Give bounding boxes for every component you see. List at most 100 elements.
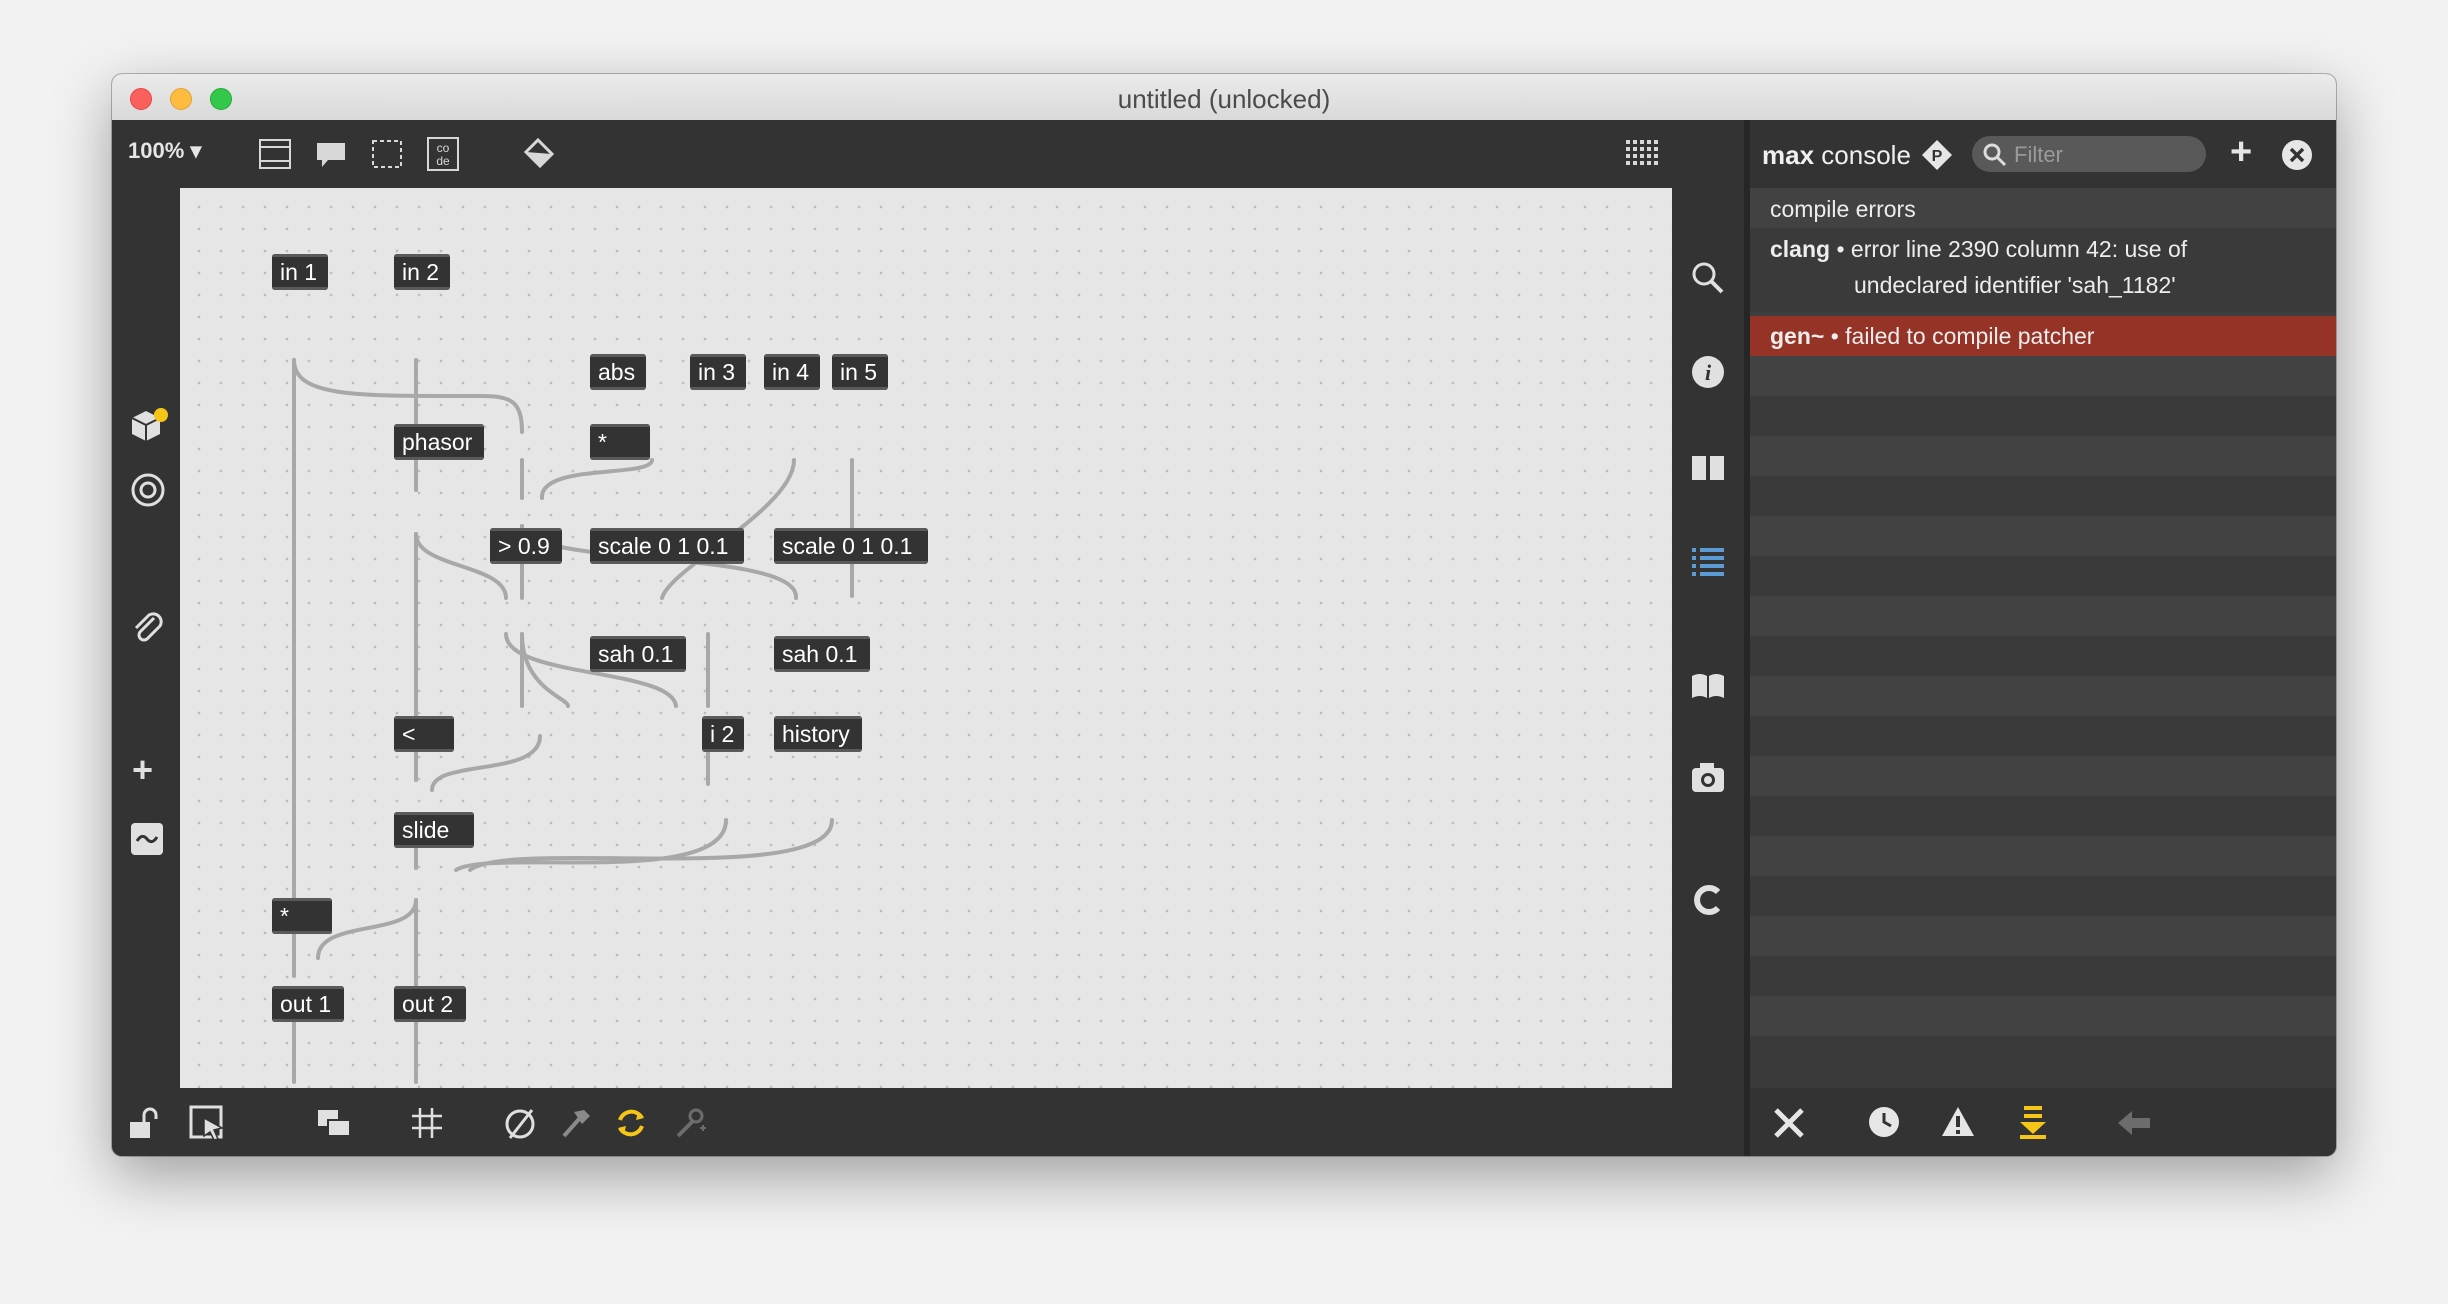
object-in-2[interactable]: in 2	[394, 254, 450, 290]
object-scale-2[interactable]: scale 0 1 0.1	[774, 528, 928, 564]
patcher-canvas[interactable]	[180, 188, 1672, 1088]
grid-keyboard-icon[interactable]	[1624, 136, 1662, 172]
search-icon[interactable]	[1690, 260, 1726, 296]
svg-text:i: i	[1705, 360, 1712, 385]
object-history[interactable]: history	[774, 716, 862, 752]
right-sidebar: i	[1672, 188, 1744, 1088]
presentation-icon[interactable]	[370, 138, 404, 170]
svg-text:co: co	[437, 141, 450, 155]
toggle-toolbar-icon[interactable]	[258, 138, 292, 170]
console-row	[1750, 996, 2336, 1036]
patcher-bottom-toolbar	[112, 1088, 1744, 1156]
target-icon[interactable]	[130, 472, 166, 508]
book-icon[interactable]	[1690, 668, 1726, 704]
object-multiply[interactable]: *	[590, 424, 650, 460]
object-slide[interactable]: slide	[394, 812, 474, 848]
object-sah-1[interactable]: sah 0.1	[590, 636, 686, 672]
console-message-text: • error line 2390 column 42: use of	[1836, 236, 2188, 262]
zoom-menu[interactable]: 100% ▾	[128, 138, 201, 164]
console-row	[1750, 436, 2336, 476]
refresh-icon[interactable]	[614, 1106, 648, 1140]
console-row	[1750, 556, 2336, 596]
console-title: max console	[1762, 140, 1911, 171]
cpu-icon[interactable]	[1690, 882, 1726, 918]
object-greater-than[interactable]: > 0.9	[490, 528, 562, 564]
object-multiply-out[interactable]: *	[272, 898, 332, 934]
signal-icon[interactable]	[130, 822, 164, 856]
add-icon[interactable]: +	[2230, 132, 2252, 172]
object-in-4[interactable]: in 4	[764, 354, 820, 390]
snapshot-camera-icon[interactable]	[1690, 760, 1726, 796]
mute-audio-icon[interactable]	[502, 1106, 538, 1142]
pin-diamond-icon[interactable]: P	[1920, 138, 1954, 172]
clear-icon[interactable]	[1772, 1106, 1806, 1140]
console-message: clang • error line 2390 column 42: use o…	[1770, 236, 2187, 263]
object-in-3[interactable]: in 3	[690, 354, 746, 390]
left-sidebar: +	[112, 188, 180, 1088]
comment-icon[interactable]	[314, 140, 348, 170]
scroll-to-bottom-icon[interactable]	[2016, 1104, 2050, 1140]
console-title-bold: max	[1762, 140, 1815, 170]
lock-icon[interactable]	[126, 1106, 160, 1140]
paint-bucket-icon[interactable]	[520, 136, 558, 172]
console-source: gen~	[1770, 323, 1825, 349]
search-icon	[1983, 143, 2007, 167]
grid-icon[interactable]	[410, 1106, 444, 1140]
window-title: untitled (unlocked)	[1117, 84, 1331, 114]
filter-placeholder: Filter	[2014, 142, 2063, 167]
console-source: clang	[1770, 236, 1831, 262]
debug-icon[interactable]	[672, 1106, 706, 1140]
object-phasor[interactable]: phasor	[394, 424, 484, 460]
console-row	[1750, 876, 2336, 916]
object-i-2[interactable]: i 2	[702, 716, 744, 752]
code-icon[interactable]: code	[426, 136, 460, 172]
warning-icon[interactable]	[1940, 1104, 1976, 1140]
add-icon[interactable]: +	[132, 752, 153, 788]
console-row	[1750, 636, 2336, 676]
package-icon[interactable]	[128, 406, 168, 446]
info-icon[interactable]: i	[1690, 354, 1726, 390]
clock-icon[interactable]	[1866, 1104, 1902, 1140]
console-row	[1750, 796, 2336, 836]
close-icon[interactable]	[2280, 138, 2314, 172]
console-row	[1750, 516, 2336, 556]
object-less-than[interactable]: <	[394, 716, 454, 752]
console-header: max console P Filter +	[1750, 120, 2336, 188]
back-arrow-icon[interactable]	[2116, 1108, 2152, 1138]
presentation-mode-icon[interactable]	[188, 1104, 226, 1142]
chevron-down-icon: ▾	[190, 138, 202, 163]
console-filter[interactable]: Filter	[1972, 136, 2206, 172]
console-row	[1750, 596, 2336, 636]
reference-icon[interactable]	[1690, 450, 1726, 486]
console-row	[1750, 756, 2336, 796]
object-in-5[interactable]: in 5	[832, 354, 888, 390]
title-bar: untitled (unlocked)	[112, 74, 2336, 121]
object-in-1[interactable]: in 1	[272, 254, 328, 290]
console-row	[1750, 836, 2336, 876]
console-row: compile errors	[1750, 188, 2336, 228]
console-row	[1750, 676, 2336, 716]
console-row	[1750, 356, 2336, 396]
patch-cords	[292, 358, 854, 1084]
object-abs[interactable]: abs	[590, 354, 646, 390]
bring-forward-icon[interactable]	[316, 1106, 352, 1140]
object-out-2[interactable]: out 2	[394, 986, 466, 1022]
patcher-toolbar: 100% ▾ co de	[112, 120, 1744, 188]
console-bottom-toolbar	[1750, 1088, 2336, 1156]
paperclip-icon[interactable]	[130, 610, 166, 646]
hammer-icon[interactable]	[558, 1106, 592, 1140]
max-console: max console P Filter + compile errors cl…	[1750, 120, 2336, 1156]
object-sah-2[interactable]: sah 0.1	[774, 636, 870, 672]
object-out-1[interactable]: out 1	[272, 986, 344, 1022]
console-message-text: • failed to compile patcher	[1830, 323, 2095, 349]
svg-text:de: de	[436, 154, 450, 168]
console-message: gen~ • failed to compile patcher	[1770, 323, 2094, 350]
list-icon[interactable]	[1690, 544, 1726, 580]
console-row	[1750, 716, 2336, 756]
object-scale-1[interactable]: scale 0 1 0.1	[590, 528, 744, 564]
console-title-rest: console	[1821, 140, 1911, 170]
console-row: clang • error line 2390 column 42: use o…	[1750, 228, 2336, 312]
console-row	[1750, 476, 2336, 516]
console-message: compile errors	[1770, 196, 1916, 222]
console-message-continued: undeclared identifier 'sah_1182'	[1854, 272, 2176, 298]
